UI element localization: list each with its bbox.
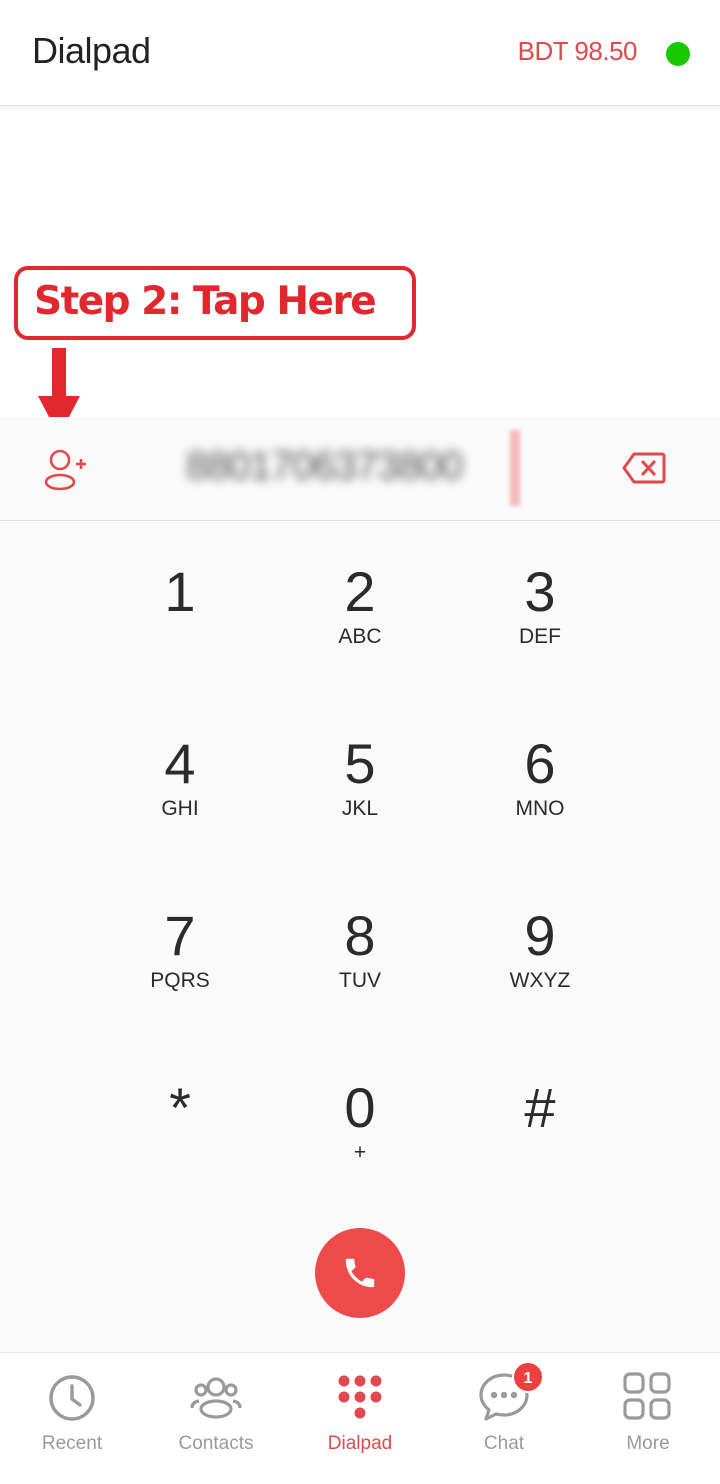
grid-icon: [623, 1372, 671, 1420]
unread-badge: 1: [512, 1361, 544, 1393]
key-4[interactable]: 4 GHI: [110, 734, 250, 854]
nav-item-more[interactable]: More: [576, 1353, 720, 1484]
key-letters: WXYZ: [509, 969, 571, 992]
nav-label: More: [626, 1433, 670, 1454]
step-callout: Step 2: Tap Here: [14, 266, 416, 340]
nav-label: Dialpad: [327, 1433, 393, 1454]
text-caret: [510, 430, 520, 506]
nav-item-chat[interactable]: 1 Chat: [432, 1353, 576, 1484]
call-button[interactable]: [315, 1228, 405, 1318]
key-letters: ABC: [338, 625, 382, 648]
nav-item-recent[interactable]: Recent: [0, 1353, 144, 1484]
key-digit: 6: [524, 732, 556, 795]
key-3[interactable]: 3 DEF: [470, 562, 610, 682]
backspace-icon[interactable]: [622, 451, 666, 485]
key-7[interactable]: 7 PQRS: [110, 906, 250, 1026]
add-contact-icon[interactable]: [40, 446, 86, 492]
key-letters: MNO: [515, 797, 565, 820]
key-0[interactable]: 0 +: [290, 1078, 430, 1198]
key-letters: +: [353, 1141, 367, 1164]
nav-label: Chat: [483, 1433, 525, 1454]
key-9[interactable]: 9 WXYZ: [470, 906, 610, 1026]
nav-label: Recent: [41, 1433, 103, 1454]
key-digit: 3: [524, 560, 556, 623]
key-letters: JKL: [341, 797, 379, 820]
key-digit: 7: [164, 904, 196, 967]
nav-label: Contacts: [178, 1433, 254, 1454]
nav-item-dialpad[interactable]: Dialpad: [288, 1353, 432, 1484]
key-digit: 9: [524, 904, 556, 967]
key-star[interactable]: *: [110, 1078, 250, 1198]
key-letters: DEF: [519, 625, 561, 648]
key-digit: *: [169, 1076, 191, 1139]
clock-icon: [49, 1375, 95, 1421]
balance-label[interactable]: BDT 98.50: [518, 36, 638, 67]
phone-number-field[interactable]: 8801706373800: [186, 444, 516, 496]
phone-icon: [345, 1258, 375, 1288]
key-digit: 4: [164, 732, 196, 795]
key-digit: 8: [344, 904, 376, 967]
page-title: Dialpad: [32, 30, 151, 71]
key-2[interactable]: 2 ABC: [290, 562, 430, 682]
app-header: Dialpad BDT 98.50: [0, 0, 720, 106]
key-digit: 2: [344, 560, 376, 623]
key-5[interactable]: 5 JKL: [290, 734, 430, 854]
online-status-indicator: [666, 42, 690, 66]
contacts-icon: [190, 1377, 242, 1419]
key-digit: 0: [344, 1076, 376, 1139]
key-8[interactable]: 8 TUV: [290, 906, 430, 1026]
key-6[interactable]: 6 MNO: [470, 734, 610, 854]
key-letters: GHI: [161, 797, 199, 820]
bottom-navigation: Recent Contacts Dialpad 1 Chat More: [0, 1352, 720, 1484]
key-1[interactable]: 1: [110, 562, 250, 682]
key-letters: TUV: [339, 969, 381, 992]
key-letters: PQRS: [150, 969, 210, 992]
dialpad-icon: [338, 1375, 382, 1419]
key-digit: 1: [164, 560, 196, 623]
key-digit: #: [524, 1076, 556, 1139]
nav-item-contacts[interactable]: Contacts: [144, 1353, 288, 1484]
key-hash[interactable]: #: [470, 1078, 610, 1198]
key-digit: 5: [344, 732, 376, 795]
